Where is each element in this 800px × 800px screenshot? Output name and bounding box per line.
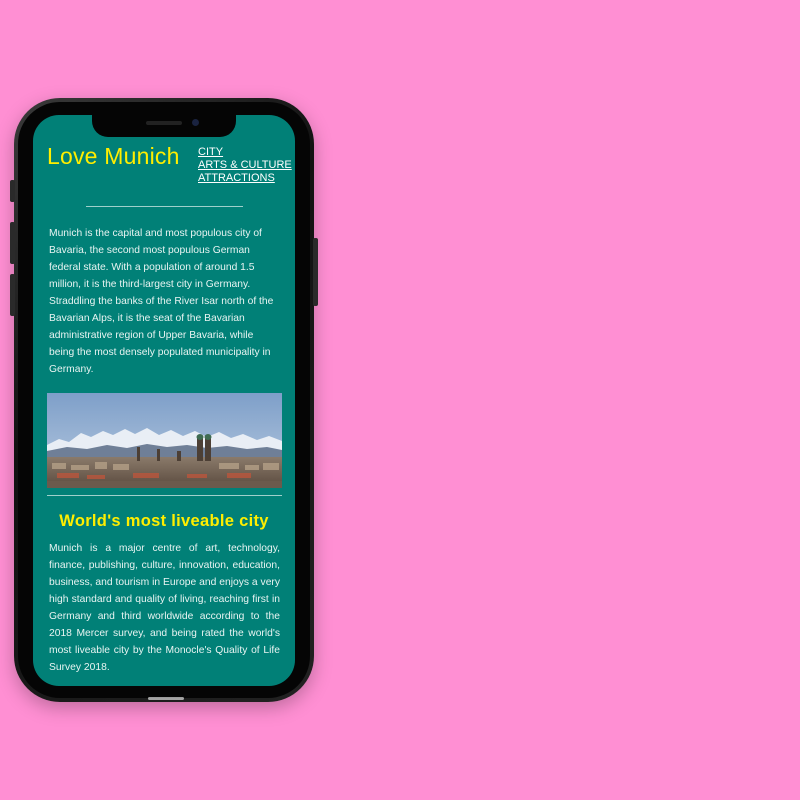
main-nav: CITY ARTS & CULTURE ATTRACTIONS: [198, 146, 292, 185]
phone-notch: [92, 115, 236, 137]
divider: [86, 206, 243, 207]
phone-screen: Love Munich CITY ARTS & CULTURE ATTRACTI…: [33, 115, 295, 686]
site-logo[interactable]: Love Munich: [47, 143, 180, 170]
volume-down-button: [10, 274, 15, 316]
munich-skyline-image: [47, 393, 282, 488]
nav-link-arts-culture[interactable]: ARTS & CULTURE: [198, 159, 292, 172]
home-indicator: [148, 697, 184, 700]
mute-switch: [10, 180, 15, 202]
speaker-grille: [146, 121, 182, 125]
section-heading: World's most liveable city: [59, 512, 269, 530]
section-paragraph: Munich is a major centre of art, technol…: [49, 543, 280, 673]
nav-link-city[interactable]: CITY: [198, 146, 292, 159]
power-button: [313, 238, 318, 306]
divider: [47, 495, 282, 496]
nav-link-attractions[interactable]: ATTRACTIONS: [198, 172, 292, 185]
intro-paragraph: Munich is the capital and most populous …: [49, 228, 274, 375]
volume-up-button: [10, 222, 15, 264]
front-camera: [192, 119, 199, 126]
site-header: Love Munich: [47, 143, 180, 170]
